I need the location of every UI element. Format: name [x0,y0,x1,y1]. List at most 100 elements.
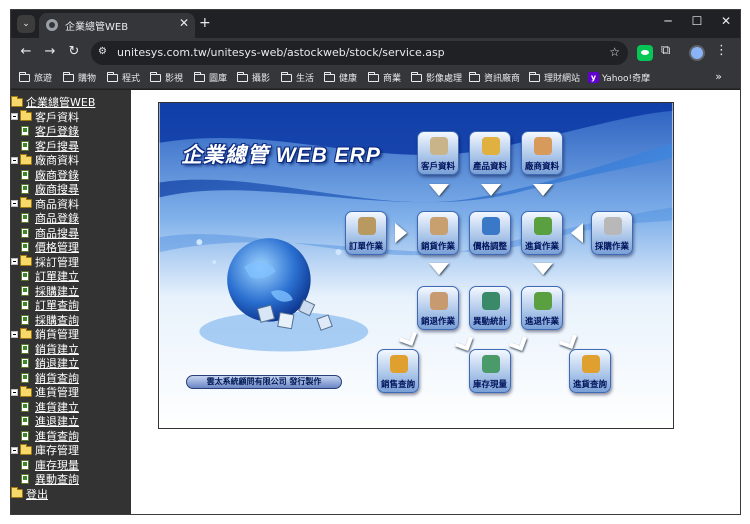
module-order[interactable]: 訂單作業 [345,211,387,255]
tree-root[interactable]: 企業總管WEB [11,95,131,110]
back-icon[interactable]: ← [17,44,35,59]
tree-item[interactable]: 採購建立 [11,284,131,299]
module-purchase-query[interactable]: 進貨查詢 [569,349,611,393]
extensions-puzzle-icon[interactable]: ⧉ [661,43,677,59]
tree-category[interactable]: 庫存管理 [11,443,131,458]
bookmark-folder[interactable]: 影像處理 [411,71,462,84]
maximize-icon[interactable]: ☐ [682,14,712,28]
module-product[interactable]: 產品資料 [469,131,511,175]
bookmark-folder[interactable]: 程式 [107,71,140,84]
close-icon[interactable]: ✕ [179,16,189,30]
active-tab[interactable]: 企業總管WEB ✕ [39,13,195,38]
tree-item[interactable]: 訂單查詢 [11,298,131,313]
tree-item[interactable]: 價格管理 [11,240,131,255]
open-folder-icon [11,487,23,499]
url-text[interactable]: unitesys.com.tw/unitesys-web/astockweb/s… [117,46,445,59]
collapse-icon[interactable] [11,446,18,454]
tree-item[interactable]: 銷退建立 [11,356,131,371]
arrow-down-icon [481,184,501,196]
tree-item[interactable]: 採購查詢 [11,313,131,328]
collapse-icon[interactable] [11,388,18,396]
module-price[interactable]: 價格調整 [469,211,511,255]
tab-search-icon[interactable]: ⌄ [17,15,35,33]
module-purchase-return[interactable]: 進退作業 [521,286,563,330]
tree-item[interactable]: 客戶搜尋 [11,139,131,154]
close-window-icon[interactable]: ✕ [711,14,740,28]
document-icon [21,343,29,354]
bookmark-folder[interactable]: 影視 [150,71,183,84]
bookmark-folder[interactable]: 圖庫 [194,71,227,84]
bookmark-folder[interactable]: 旅遊 [19,71,52,84]
module-customer[interactable]: 客戶資料 [417,131,459,175]
document-icon [21,430,29,441]
tree-item[interactable]: 商品登錄 [11,211,131,226]
bookmark-folder[interactable]: 理財網站 [529,71,580,84]
tree-category[interactable]: 銷貨管理 [11,327,131,342]
arrow-left-icon [571,223,583,243]
forward-icon[interactable]: → [41,44,59,59]
purchase-in-icon [534,217,552,235]
document-icon [21,358,29,369]
tree-item[interactable]: 異動查詢 [11,472,131,487]
bookmark-folder[interactable]: 商業 [368,71,401,84]
module-stock[interactable]: 庫存現量 [469,349,511,393]
tree-item[interactable]: 商品搜尋 [11,226,131,241]
site-info-icon[interactable]: ⚙ [98,46,107,57]
bookmark-star-icon[interactable]: ☆ [609,45,620,59]
stock-icon [482,355,500,373]
tree-item[interactable]: 訂單建立 [11,269,131,284]
minimize-icon[interactable]: ─ [653,14,683,28]
tree-item[interactable]: 客戶登錄 [11,124,131,139]
logout-link[interactable]: 登出 [11,487,131,502]
tree-category[interactable]: 商品資料 [11,197,131,212]
collapse-icon[interactable] [11,258,18,266]
reload-icon[interactable]: ↻ [65,44,83,59]
sales-return-icon [430,292,448,310]
collapse-icon[interactable] [11,330,18,338]
tree-item[interactable]: 進貨建立 [11,400,131,415]
module-purchasing[interactable]: 採購作業 [591,211,633,255]
document-icon [21,314,29,325]
tree-item[interactable]: 進退建立 [11,414,131,429]
bookmark-folder[interactable]: 購物 [63,71,96,84]
module-vendor[interactable]: 廠商資料 [521,131,563,175]
bookmark-folder[interactable]: 生活 [281,71,314,84]
module-sales[interactable]: 銷貨作業 [417,211,459,255]
collapse-icon[interactable] [11,200,18,208]
profile-avatar-icon[interactable] [689,45,705,61]
tree-category[interactable]: 客戶資料 [11,110,131,125]
open-folder-icon [20,385,32,397]
module-stats[interactable]: 異動統計 [469,286,511,330]
stats-icon [482,292,500,310]
collapse-icon[interactable] [11,113,18,121]
tree-item[interactable]: 廠商登錄 [11,168,131,183]
tree-item[interactable]: 銷貨查詢 [11,371,131,386]
new-tab-button[interactable]: + [199,15,211,31]
arrow-down-icon [429,184,449,196]
tree-item[interactable]: 庫存現量 [11,458,131,473]
tree-item[interactable]: 廠商搜尋 [11,182,131,197]
bookmark-folder[interactable]: 健康 [324,71,357,84]
tree-item[interactable]: 銷貨建立 [11,342,131,357]
tree-item[interactable]: 進貨查詢 [11,429,131,444]
tree-category[interactable]: 廠商資料 [11,153,131,168]
menu-kebab-icon[interactable]: ⋮ [715,43,731,59]
tree-category[interactable]: 採訂管理 [11,255,131,270]
collapse-icon[interactable] [11,156,18,164]
document-icon [21,459,29,470]
browser-window: ⌄ 企業總管WEB ✕ + ─ ☐ ✕ ← → ↻ ⚙ unitesys.com… [10,9,741,515]
address-bar[interactable]: ⚙ unitesys.com.tw/unitesys-web/astockweb… [91,41,628,65]
module-purchase-in[interactable]: 進貨作業 [521,211,563,255]
line-extension-icon[interactable] [637,45,653,61]
folder-icon [368,71,379,82]
bookmark-yahoo[interactable]: y Yahoo!奇摩 [588,71,650,84]
document-icon [21,242,29,253]
globe-icon [46,19,58,31]
open-folder-icon [20,255,32,267]
module-sales-query[interactable]: 銷售查詢 [377,349,419,393]
tree-category[interactable]: 進貨管理 [11,385,131,400]
bookmark-folder[interactable]: 資訊廠商 [469,71,520,84]
module-sales-return[interactable]: 銷退作業 [417,286,459,330]
bookmark-folder[interactable]: 攝影 [237,71,270,84]
chevron-right-icon[interactable]: » [715,70,722,83]
